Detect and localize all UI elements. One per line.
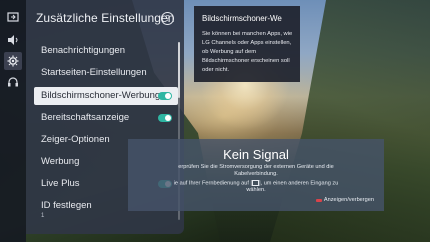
no-signal-dialog: Kein Signal erprüfen Sie die Stromversor… — [128, 139, 384, 211]
no-signal-line-end: ], um einen anderen Eingang zu — [259, 180, 339, 187]
screensaver-ads-toggle[interactable] — [158, 92, 172, 100]
no-signal-line: erprüfen Sie die Stromversorgung der ext… — [178, 164, 334, 170]
menu-item-label: Bildschirmschoner-Werbung — [41, 90, 161, 101]
standby-indicator-toggle[interactable] — [158, 114, 172, 122]
menu-item-label: ID festlegen — [41, 200, 92, 211]
input-icon — [252, 180, 260, 186]
set-id-value: 1 — [41, 213, 45, 219]
no-signal-line-start: ie auf Ihrer Fernbedienung auf [ — [173, 180, 253, 187]
no-signal-line: Kabelverbindung. — [234, 171, 278, 177]
input-icon[interactable] — [4, 8, 22, 26]
menu-item-label: Benachrichtigungen — [41, 45, 125, 56]
menu-item-notifications[interactable]: Benachrichtigungen — [34, 42, 178, 60]
support-icon[interactable] — [4, 74, 22, 92]
volume-icon[interactable] — [4, 31, 22, 49]
menu-item-label: Werbung — [41, 156, 80, 167]
show-hide-action[interactable]: Anzeigen/verbergen — [315, 197, 374, 203]
menu-item-screensaver-ads[interactable]: Bildschirmschoner-Werbung — [34, 87, 178, 105]
tooltip-body: Sie können bei manchen Apps, wie LG Chan… — [202, 31, 293, 73]
no-signal-line: wählen. — [246, 187, 266, 193]
tooltip-title: Bildschirmschoner-We — [202, 14, 282, 23]
help-icon[interactable]: ? — [161, 12, 174, 25]
settings-rail — [0, 0, 26, 242]
no-signal-line: ie auf Ihrer Fernbedienung auf [ ], um ei… — [128, 180, 384, 186]
no-signal-title: Kein Signal — [223, 147, 289, 162]
menu-item-home-settings[interactable]: Startseiten-Einstellungen — [34, 64, 178, 82]
menu-item-label: Zeiger-Optionen — [41, 134, 110, 145]
menu-item-label: Bereitschaftsanzeige — [41, 112, 130, 123]
show-hide-label: Anzeigen/verbergen — [323, 197, 374, 203]
menu-item-label: Startseiten-Einstellungen — [41, 67, 147, 78]
page-title: Zusätzliche Einstellungen — [36, 11, 175, 25]
menu-item-label: Live Plus — [41, 178, 80, 189]
red-button-icon — [315, 198, 322, 202]
scrollbar-thumb[interactable] — [178, 42, 180, 98]
gear-icon[interactable] — [4, 52, 22, 70]
menu-item-standby-indicator[interactable]: Bereitschaftsanzeige — [34, 109, 178, 127]
description-tooltip: Bildschirmschoner-We Sie können bei manc… — [194, 6, 300, 82]
